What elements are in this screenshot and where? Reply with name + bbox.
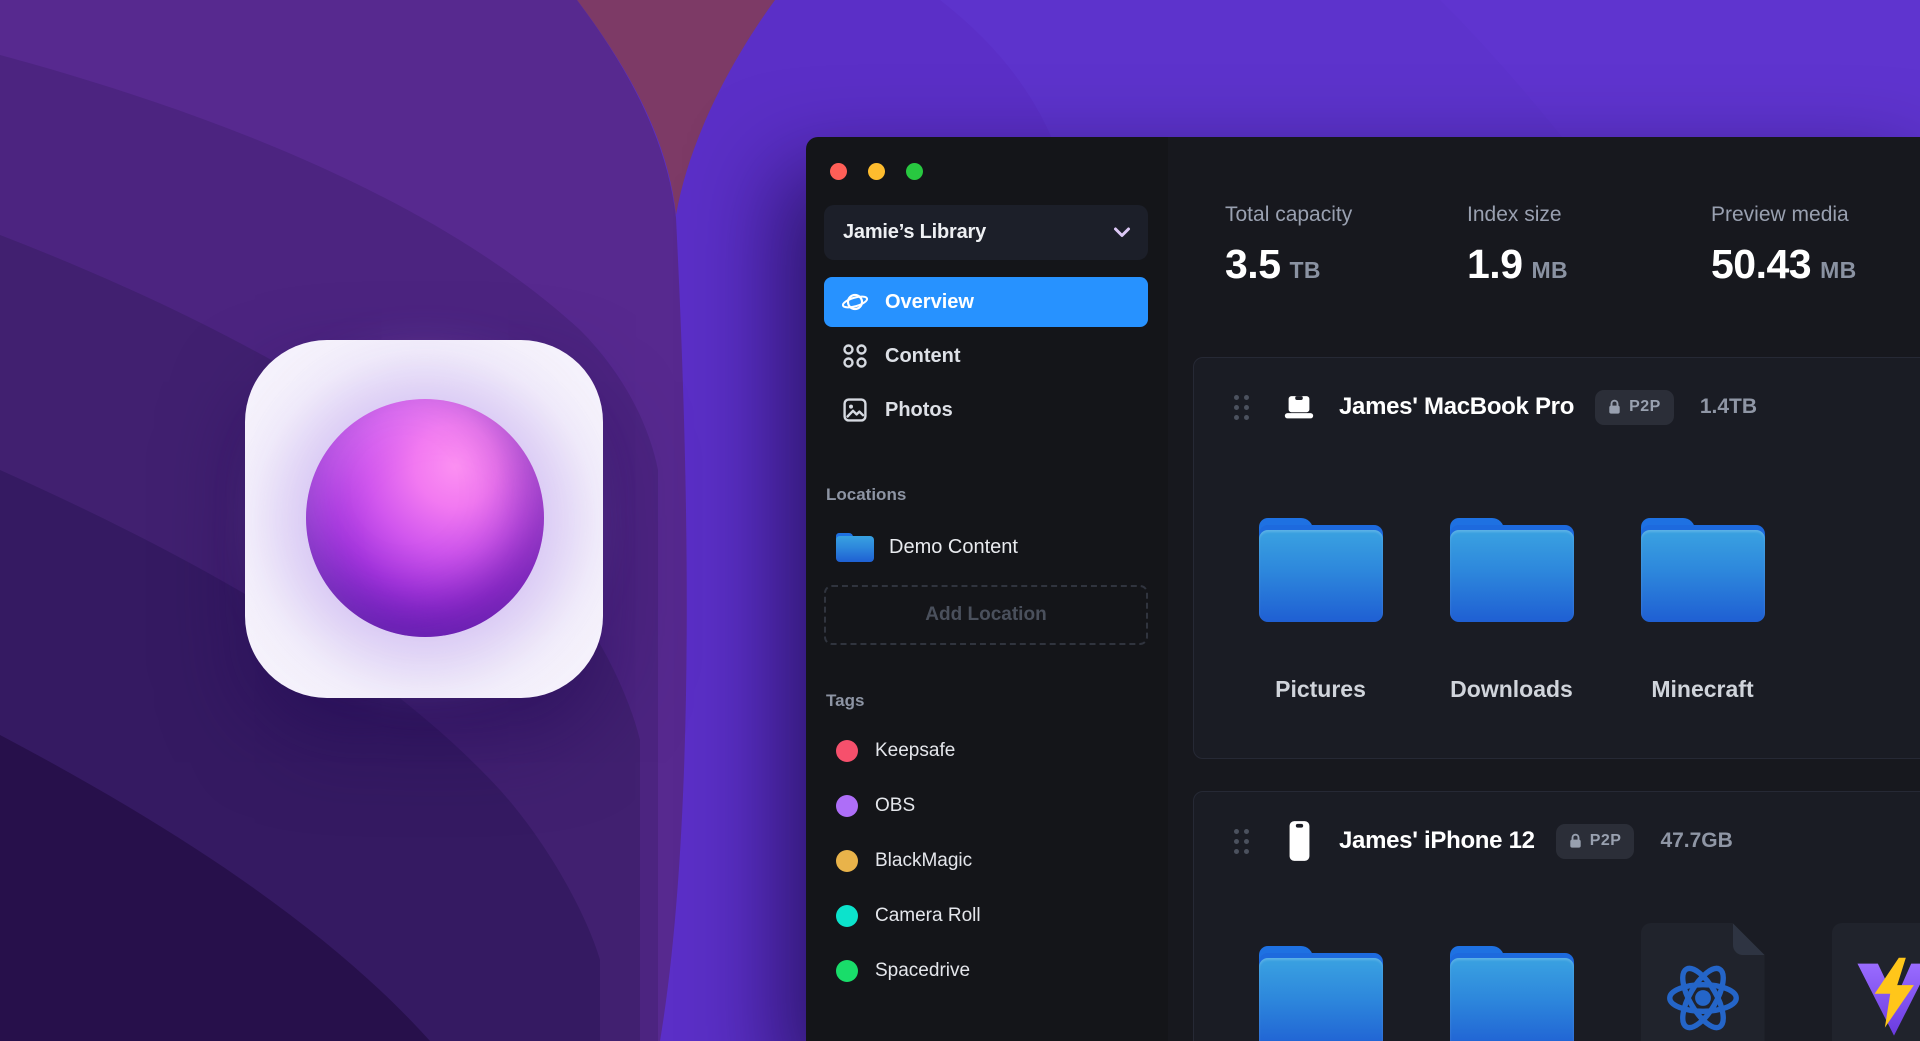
tag-item-spacedrive[interactable]: Spacedrive [824, 949, 1148, 993]
tag-item-obs[interactable]: OBS [824, 784, 1148, 828]
drag-handle-icon[interactable] [1234, 395, 1249, 420]
laptop-icon [1281, 393, 1317, 422]
folder-item-downloads[interactable]: Downloads [1416, 518, 1607, 703]
lock-icon [1569, 833, 1582, 849]
p2p-badge-label: P2P [1590, 832, 1622, 850]
chevron-down-icon [1113, 227, 1131, 238]
sidebar-nav: Overview Content [824, 277, 1148, 435]
nav-label: Content [885, 345, 961, 368]
nav-item-overview[interactable]: Overview [824, 277, 1148, 327]
device-name: James' iPhone 12 [1339, 827, 1535, 855]
planet-icon [841, 288, 869, 316]
stat-unit: MB [1532, 257, 1568, 284]
react-logo-icon [1662, 960, 1744, 1036]
tag-label: Camera Roll [875, 905, 981, 927]
stat-unit: MB [1820, 257, 1856, 284]
file-item-react[interactable] [1607, 923, 1798, 1041]
tag-color-dot [836, 960, 858, 982]
file-icon [1641, 923, 1765, 1041]
stat-label: Preview media [1711, 203, 1856, 227]
item-label: Pictures [1275, 676, 1366, 703]
tag-color-dot [836, 850, 858, 872]
lock-icon [1608, 399, 1621, 415]
spacedrive-app-icon[interactable] [245, 340, 603, 698]
nav-label: Photos [885, 399, 953, 422]
folder-icon [1450, 518, 1574, 622]
tag-label: Spacedrive [875, 960, 970, 982]
device-name: James' MacBook Pro [1339, 393, 1574, 421]
window-controls [830, 163, 1148, 180]
tag-color-dot [836, 905, 858, 927]
folder-icon [1259, 946, 1383, 1041]
image-icon [841, 397, 869, 423]
device-card-iphone: James' iPhone 12 P2P 47.7GB [1193, 791, 1920, 1041]
device-capacity: 47.7GB [1660, 829, 1732, 853]
stat-total-capacity: Total capacity 3.5 TB [1225, 203, 1467, 288]
stat-unit: TB [1290, 257, 1321, 284]
p2p-badge: P2P [1595, 390, 1674, 425]
stat-value: 50.43 [1711, 241, 1811, 288]
tag-item-keepsafe[interactable]: Keepsafe [824, 729, 1148, 773]
folder-item[interactable] [1225, 946, 1416, 1041]
device-card-macbook: James' MacBook Pro P2P 1.4TB Pictures [1193, 357, 1920, 759]
library-stats: Total capacity 3.5 TB Index size 1.9 MB … [1225, 203, 1920, 288]
tag-label: Keepsafe [875, 740, 955, 762]
stat-label: Index size [1467, 203, 1711, 227]
nav-label: Overview [885, 291, 974, 314]
tag-item-blackmagic[interactable]: BlackMagic [824, 839, 1148, 883]
folder-item-pictures[interactable]: Pictures [1225, 518, 1416, 703]
tag-color-dot [836, 795, 858, 817]
close-window-button[interactable] [830, 163, 847, 180]
folder-item-minecraft[interactable]: Minecraft [1607, 518, 1798, 703]
tag-color-dot [836, 740, 858, 762]
tag-label: OBS [875, 795, 915, 817]
drag-handle-icon[interactable] [1234, 829, 1249, 854]
sidebar: Jamie’s Library Overview [806, 137, 1168, 1041]
desktop: Jamie’s Library Overview [0, 0, 1920, 1041]
stat-preview-media: Preview media 50.43 MB [1711, 203, 1856, 288]
device-header: James' iPhone 12 P2P 47.7GB [1194, 823, 1920, 859]
tag-label: BlackMagic [875, 850, 972, 872]
location-label: Demo Content [889, 536, 1018, 559]
file-icon [1832, 923, 1920, 1041]
item-label: Minecraft [1651, 676, 1753, 703]
device-capacity: 1.4TB [1700, 395, 1757, 419]
overview-panel: Total capacity 3.5 TB Index size 1.9 MB … [1168, 137, 1920, 1041]
library-selector[interactable]: Jamie’s Library [824, 205, 1148, 260]
device-items: Pictures Downloads Minecraft [1225, 518, 1920, 703]
folder-icon [836, 533, 874, 562]
folder-icon [1259, 518, 1383, 622]
stat-value: 1.9 [1467, 241, 1523, 288]
locations-heading: Locations [826, 485, 1148, 505]
folder-icon [1450, 946, 1574, 1041]
tag-list: Keepsafe OBS BlackMagic Camera Roll Spac… [824, 729, 1148, 993]
p2p-badge-label: P2P [1629, 398, 1661, 416]
stat-label: Total capacity [1225, 203, 1467, 227]
stat-value: 3.5 [1225, 241, 1281, 288]
folder-icon [1641, 518, 1765, 622]
stat-index-size: Index size 1.9 MB [1467, 203, 1711, 288]
tag-item-camera-roll[interactable]: Camera Roll [824, 894, 1148, 938]
spacedrive-sphere-logo [306, 399, 544, 637]
nav-item-photos[interactable]: Photos [824, 385, 1148, 435]
vite-logo-icon [1851, 955, 1920, 1041]
nav-item-content[interactable]: Content [824, 331, 1148, 381]
device-header: James' MacBook Pro P2P 1.4TB [1194, 389, 1920, 425]
device-items [1225, 923, 1920, 1041]
phone-icon [1281, 820, 1317, 862]
location-item-demo-content[interactable]: Demo Content [824, 525, 1148, 569]
folder-item[interactable] [1416, 946, 1607, 1041]
tags-heading: Tags [826, 691, 1148, 711]
add-location-button[interactable]: Add Location [824, 585, 1148, 645]
minimize-window-button[interactable] [868, 163, 885, 180]
item-label: Downloads [1450, 676, 1573, 703]
library-name: Jamie’s Library [843, 221, 986, 244]
zoom-window-button[interactable] [906, 163, 923, 180]
spacedrive-window: Jamie’s Library Overview [806, 137, 1920, 1041]
grid-circles-icon [841, 343, 869, 369]
p2p-badge: P2P [1556, 824, 1635, 859]
file-item-vite[interactable] [1798, 923, 1920, 1041]
